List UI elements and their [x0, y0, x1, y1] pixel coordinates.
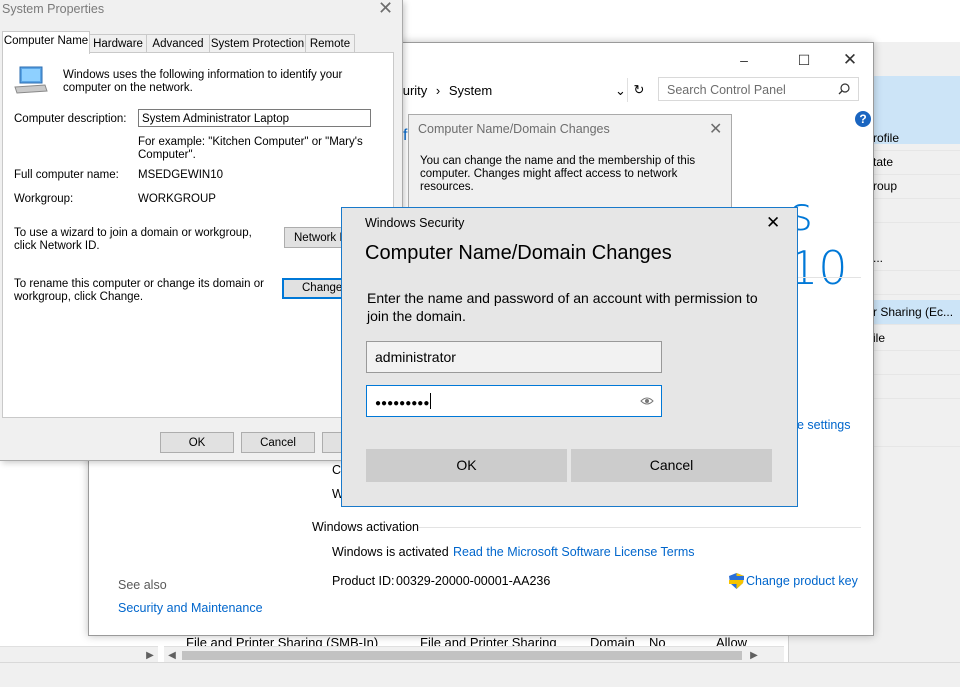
help-icon[interactable]: ?: [855, 111, 871, 127]
intro-text: Windows uses the following information t…: [63, 69, 343, 94]
search-input[interactable]: Search Control Panel: [658, 77, 859, 101]
tab-panel: Windows uses the following information t…: [2, 52, 394, 418]
search-placeholder: Search Control Panel: [667, 83, 786, 97]
dialog-title: Computer Name/Domain Changes: [418, 122, 610, 136]
computer-name-domain-changes-dialog: Computer Name/Domain Changes ✕ You can c…: [408, 114, 732, 216]
background-list-item: [873, 422, 960, 447]
activation-status: Windows is activated: [332, 545, 449, 559]
description-label: Computer description:: [14, 113, 127, 125]
example-text: For example: "Kitchen Computer" or "Mary…: [138, 136, 363, 161]
close-icon[interactable]: ✕: [709, 119, 722, 139]
close-icon[interactable]: ✕: [378, 0, 393, 19]
windows-10-logo-text: s 10: [789, 187, 848, 295]
tab-hardware[interactable]: Hardware: [89, 34, 147, 53]
section-header: Windows activation: [312, 520, 419, 534]
background-list-item: [873, 270, 960, 295]
chevron-right-icon: ›: [435, 83, 441, 98]
security-maintenance-link[interactable]: Security and Maintenance: [118, 601, 263, 615]
background-list-item[interactable]: ...: [873, 246, 960, 271]
product-id-value: 00329-20000-00001-AA236: [396, 574, 551, 588]
password-field[interactable]: ●●●●●●●●●: [366, 385, 662, 417]
shield-icon: [729, 573, 744, 589]
computer-icon: [13, 65, 49, 95]
change-button[interactable]: Change: [282, 278, 344, 299]
ok-button[interactable]: OK: [160, 432, 234, 453]
license-terms-link[interactable]: Read the Microsoft Software License Term…: [453, 545, 695, 559]
close-icon[interactable]: ✕: [766, 213, 780, 233]
rename-text: To rename this computer or change its do…: [14, 278, 264, 303]
cancel-button[interactable]: Cancel: [241, 432, 315, 453]
change-product-key-link[interactable]: Change product key: [746, 574, 858, 588]
address-bar[interactable]: ecurity › System ⌄ ↻: [389, 78, 651, 103]
workgroup-label: Workgroup:: [14, 193, 74, 205]
background-list-item-selected[interactable]: r Sharing (Ec...: [873, 300, 960, 325]
see-also-label: See also: [118, 578, 167, 592]
chevron-down-icon[interactable]: ⌄: [615, 79, 626, 103]
change-settings-link[interactable]: e settings: [797, 418, 851, 432]
password-mask: ●●●●●●●●●: [375, 398, 430, 409]
computer-description-input[interactable]: System Administrator Laptop: [138, 109, 371, 127]
divider: [419, 527, 861, 528]
dialog-title: System Properties: [2, 2, 105, 16]
dialog-body-text: You can change the name and the membersh…: [420, 155, 696, 193]
full-name-label: Full computer name:: [14, 169, 119, 181]
dialog-heading: Computer Name/Domain Changes: [365, 242, 672, 264]
dialog-message: Enter the name and password of an accoun…: [367, 290, 758, 324]
background-list-item: [873, 350, 960, 375]
minimize-icon[interactable]: –: [734, 51, 754, 69]
cancel-button[interactable]: Cancel: [571, 449, 772, 482]
tab-computer-name[interactable]: Computer Name: [2, 31, 90, 54]
breadcrumb-item[interactable]: System: [449, 83, 492, 98]
background-list-item[interactable]: roup: [873, 174, 960, 199]
background-list-item[interactable]: tate: [873, 150, 960, 175]
username-field[interactable]: administrator: [366, 341, 662, 373]
background-list-item[interactable]: ile: [873, 326, 960, 351]
background-list-item[interactable]: rofile: [873, 126, 960, 151]
dialog-caption: Windows Security: [365, 216, 465, 230]
close-icon[interactable]: ✕: [840, 51, 860, 69]
windows-security-dialog: Windows Security ✕ Computer Name/Domain …: [341, 207, 798, 507]
tab-remote[interactable]: Remote: [305, 34, 355, 53]
full-name-value: MSEDGEWIN10: [138, 169, 223, 181]
scrollbar-thumb[interactable]: [182, 651, 742, 660]
workgroup-value: WORKGROUP: [138, 193, 216, 205]
maximize-icon[interactable]: ☐: [794, 51, 814, 69]
search-icon: [838, 78, 850, 102]
text-cursor: [430, 393, 436, 409]
product-id-label: Product ID:: [332, 574, 395, 588]
background-list-item: [873, 198, 960, 223]
tab-advanced[interactable]: Advanced: [146, 34, 210, 53]
network-id-button[interactable]: Network I: [284, 227, 344, 248]
partial-text: C: [332, 463, 342, 477]
wizard-text: To use a wizard to join a domain or work…: [14, 227, 252, 252]
reveal-password-icon[interactable]: [640, 386, 654, 416]
tab-system-protection[interactable]: System Protection: [209, 34, 306, 53]
ok-button[interactable]: OK: [366, 449, 567, 482]
refresh-icon[interactable]: ↻: [627, 78, 650, 102]
background-list-item: [873, 374, 960, 399]
status-bar: [0, 662, 960, 687]
partial-text: f: [403, 127, 408, 144]
